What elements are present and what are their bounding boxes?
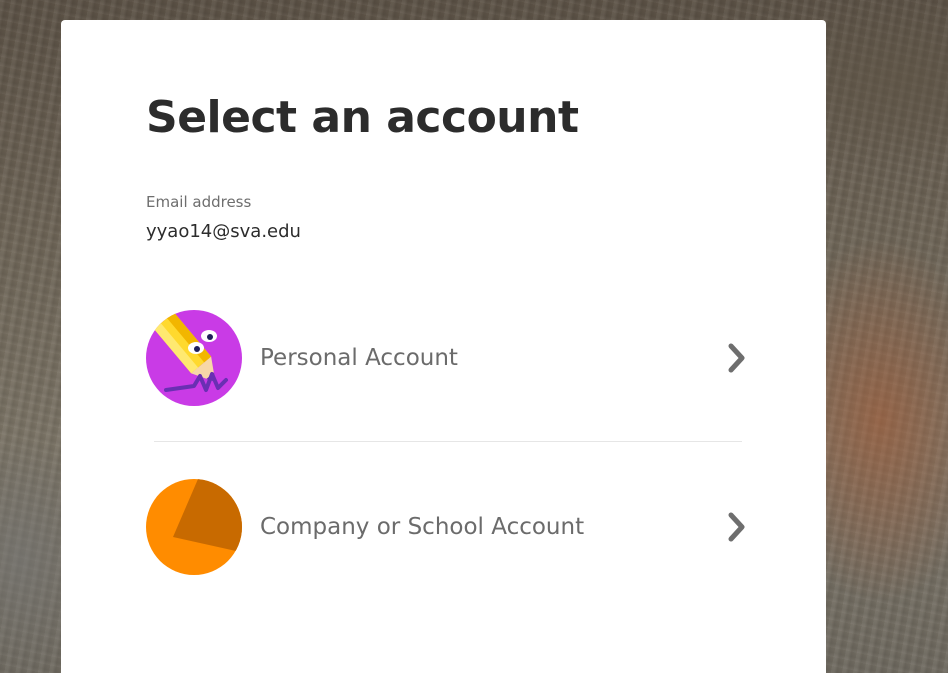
email-value: yyao14@sva.edu [146, 221, 301, 242]
email-label: Email address [146, 193, 252, 211]
company-school-account-label: Company or School Account [260, 514, 585, 540]
chevron-right-icon [726, 342, 748, 374]
divider [154, 441, 742, 442]
personal-account-label: Personal Account [260, 345, 458, 371]
building-avatar-icon [146, 479, 242, 575]
personal-account-option[interactable]: Personal Account [146, 310, 748, 406]
company-school-account-option[interactable]: Company or School Account [146, 479, 748, 575]
account-selection-card: Select an account Email address yyao14@s… [61, 20, 826, 673]
chevron-right-icon [726, 511, 748, 543]
page-title: Select an account [146, 92, 579, 143]
pencil-avatar-icon [146, 310, 242, 406]
